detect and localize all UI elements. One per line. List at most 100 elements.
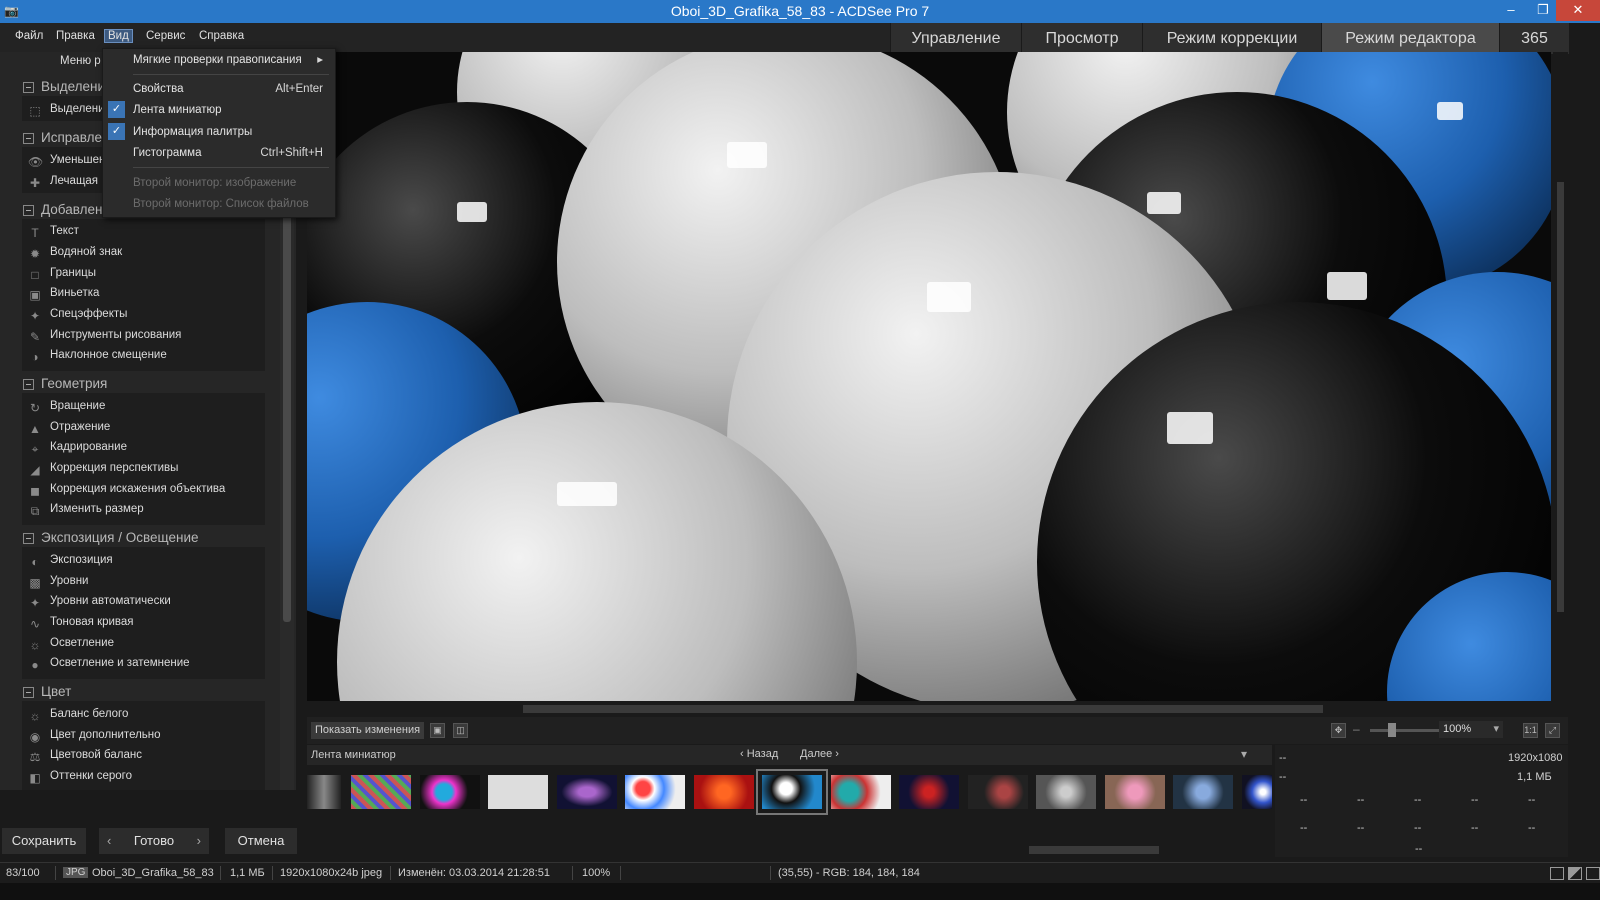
tool-borders[interactable]: □ Границы <box>28 264 96 282</box>
tool-vignette[interactable]: ▣ Виньетка <box>28 284 99 302</box>
status-zoom: 100% <box>582 867 611 879</box>
actual-size-icon[interactable]: 1:1 <box>1523 723 1538 738</box>
tool-color-balance[interactable]: ⚖ Цветовой баланс <box>28 746 142 764</box>
thumbnail[interactable] <box>557 775 617 809</box>
tool-auto-levels[interactable]: ✦ Уровни автоматически <box>28 592 171 610</box>
filmstrip-scrollbar[interactable] <box>307 843 1272 857</box>
done-button[interactable]: ‹ Готово › <box>99 828 209 854</box>
tool-lighting[interactable]: ☼ Осветление <box>28 634 114 652</box>
menu-tools[interactable]: Сервис <box>143 30 188 42</box>
thumbnail[interactable] <box>307 775 341 809</box>
dodge-burn-icon: ● <box>31 658 39 672</box>
group-geometry-header[interactable]: Геометрия <box>23 376 107 391</box>
group-add-header[interactable]: Добавлен <box>23 202 102 217</box>
filmstrip-next-button[interactable]: Далее › <box>800 748 839 760</box>
tool-dodge-burn[interactable]: ● Осветление и затемнение <box>28 654 189 672</box>
tool-tone-curve[interactable]: ∿ Тоновая кривая <box>28 613 134 631</box>
thumbnail[interactable] <box>488 775 548 809</box>
group-repair-header[interactable]: Исправле <box>23 130 102 145</box>
compare-icon[interactable]: ▣ <box>430 723 445 738</box>
thumbnail[interactable] <box>899 775 959 809</box>
chevron-left-icon[interactable]: ‹ <box>107 828 111 854</box>
menu-item-spellcheck[interactable]: Мягкие проверки правописания ▸ <box>133 50 328 70</box>
tool-red-eye[interactable]: 👁 Уменьшен <box>28 151 105 169</box>
tool-lens-distortion[interactable]: ◼ Коррекция искажения объектива <box>28 480 225 498</box>
view-mode-icon[interactable] <box>1550 867 1564 880</box>
thumbnail[interactable] <box>1242 775 1272 809</box>
group-selection-header[interactable]: Выделени <box>23 79 105 94</box>
tool-healing[interactable]: ✚ Лечащая к <box>28 172 106 190</box>
zoom-slider[interactable] <box>1370 729 1440 732</box>
thumbnail[interactable] <box>351 775 411 809</box>
tool-exposure[interactable]: ◐ Экспозиция <box>28 551 112 569</box>
tab-view[interactable]: Просмотр <box>1021 23 1142 54</box>
thumbnail[interactable] <box>1105 775 1165 809</box>
menu-item-properties[interactable]: Свойства Alt+Enter <box>133 79 328 99</box>
info-value: -- <box>1414 794 1422 806</box>
info-value: -- <box>1415 843 1423 855</box>
chevron-right-icon[interactable]: › <box>197 828 201 854</box>
thumbnail-selected[interactable] <box>756 769 828 815</box>
menu-item-palette-info[interactable]: Информация палитры <box>133 122 328 142</box>
tool-watermark[interactable]: ✹ Водяной знак <box>28 243 122 261</box>
split-view-icon[interactable]: ◫ <box>453 723 468 738</box>
tool-drawing[interactable]: ✎ Инструменты рисования <box>28 326 181 344</box>
fullscreen-mode-icon[interactable] <box>1586 867 1600 880</box>
minimize-button[interactable]: – <box>1496 0 1526 21</box>
info-value: -- <box>1471 794 1479 806</box>
viewer-vertical-scrollbar[interactable] <box>1553 52 1568 701</box>
thumbnail[interactable] <box>968 775 1028 809</box>
compare-mode-icon[interactable] <box>1568 867 1582 880</box>
zoom-out-icon[interactable]: – <box>1353 722 1360 736</box>
menu-view[interactable]: Вид <box>104 29 133 43</box>
save-button[interactable]: Сохранить <box>2 828 86 854</box>
fullscreen-icon[interactable]: ⤢ <box>1545 723 1560 738</box>
tab-edit[interactable]: Режим редактора <box>1321 23 1499 54</box>
tool-levels[interactable]: ▩ Уровни <box>28 572 88 590</box>
tool-rotate[interactable]: ↻ Вращение <box>28 397 105 415</box>
tool-special-effects[interactable]: ✦ Спецэффекты <box>28 305 127 323</box>
text-icon: T <box>31 226 39 240</box>
tool-flip[interactable]: ▲ Отражение <box>28 418 110 436</box>
thumbnail[interactable] <box>420 775 480 809</box>
image-canvas[interactable] <box>307 52 1551 701</box>
thumbnail[interactable] <box>694 775 754 809</box>
tool-perspective[interactable]: ◢ Коррекция перспективы <box>28 459 178 477</box>
tool-text[interactable]: T Текст <box>28 222 79 240</box>
menu-file[interactable]: Файл <box>12 30 46 42</box>
menu-help[interactable]: Справка <box>196 30 247 42</box>
thumbnail[interactable] <box>1173 775 1233 809</box>
zoom-select[interactable]: 100% ▾ <box>1439 721 1503 738</box>
info-value: -- <box>1357 822 1365 834</box>
view-toolbar: Показать изменения ▣ ◫ ✥ – + 100%▾ 1:1 ⤢ <box>307 717 1568 744</box>
zoom-slider-handle[interactable] <box>1388 723 1396 737</box>
group-color-header[interactable]: Цвет <box>23 684 71 699</box>
filmstrip-collapse-icon[interactable]: ▾ <box>1241 747 1247 761</box>
tool-grayscale[interactable]: ◧ Оттенки серого <box>28 767 132 785</box>
tool-tilt-shift[interactable]: ◑ Наклонное смещение <box>28 346 166 364</box>
menu-item-filmstrip[interactable]: Лента миниатюр <box>133 100 328 120</box>
show-changes-button[interactable]: Показать изменения <box>311 722 425 739</box>
viewer-horizontal-scrollbar[interactable] <box>307 701 1551 717</box>
tool-color-advanced[interactable]: ◉ Цвет дополнительно <box>28 726 161 744</box>
thumbnail[interactable] <box>1036 775 1096 809</box>
tool-white-balance[interactable]: ☼ Баланс белого <box>28 705 129 723</box>
filmstrip-back-button[interactable]: ‹ Назад <box>740 748 778 760</box>
close-button[interactable]: ✕ <box>1556 0 1600 21</box>
fit-screen-icon[interactable]: ✥ <box>1331 723 1346 738</box>
menu-edit[interactable]: Правка <box>53 30 98 42</box>
group-exposure-header[interactable]: Экспозиция / Освещение <box>23 530 199 545</box>
tool-crop[interactable]: ⌖ Кадрирование <box>28 438 127 456</box>
cancel-button[interactable]: Отмена <box>225 828 297 854</box>
tab-365[interactable]: 365 <box>1499 23 1569 54</box>
thumbnail[interactable] <box>625 775 685 809</box>
edit-menu-label[interactable]: Меню р <box>60 55 101 67</box>
tab-manage[interactable]: Управление <box>890 23 1021 54</box>
tool-selection[interactable]: ⬚ Выделени <box>28 100 104 118</box>
menu-item-histogram[interactable]: Гистограмма Ctrl+Shift+H <box>133 143 328 163</box>
eye-icon: 👁 <box>28 155 44 169</box>
tab-develop[interactable]: Режим коррекции <box>1142 23 1321 54</box>
thumbnail[interactable] <box>831 775 891 809</box>
tool-resize[interactable]: ⧉ Изменить размер <box>28 500 144 518</box>
restore-button[interactable]: ❐ <box>1528 0 1558 21</box>
